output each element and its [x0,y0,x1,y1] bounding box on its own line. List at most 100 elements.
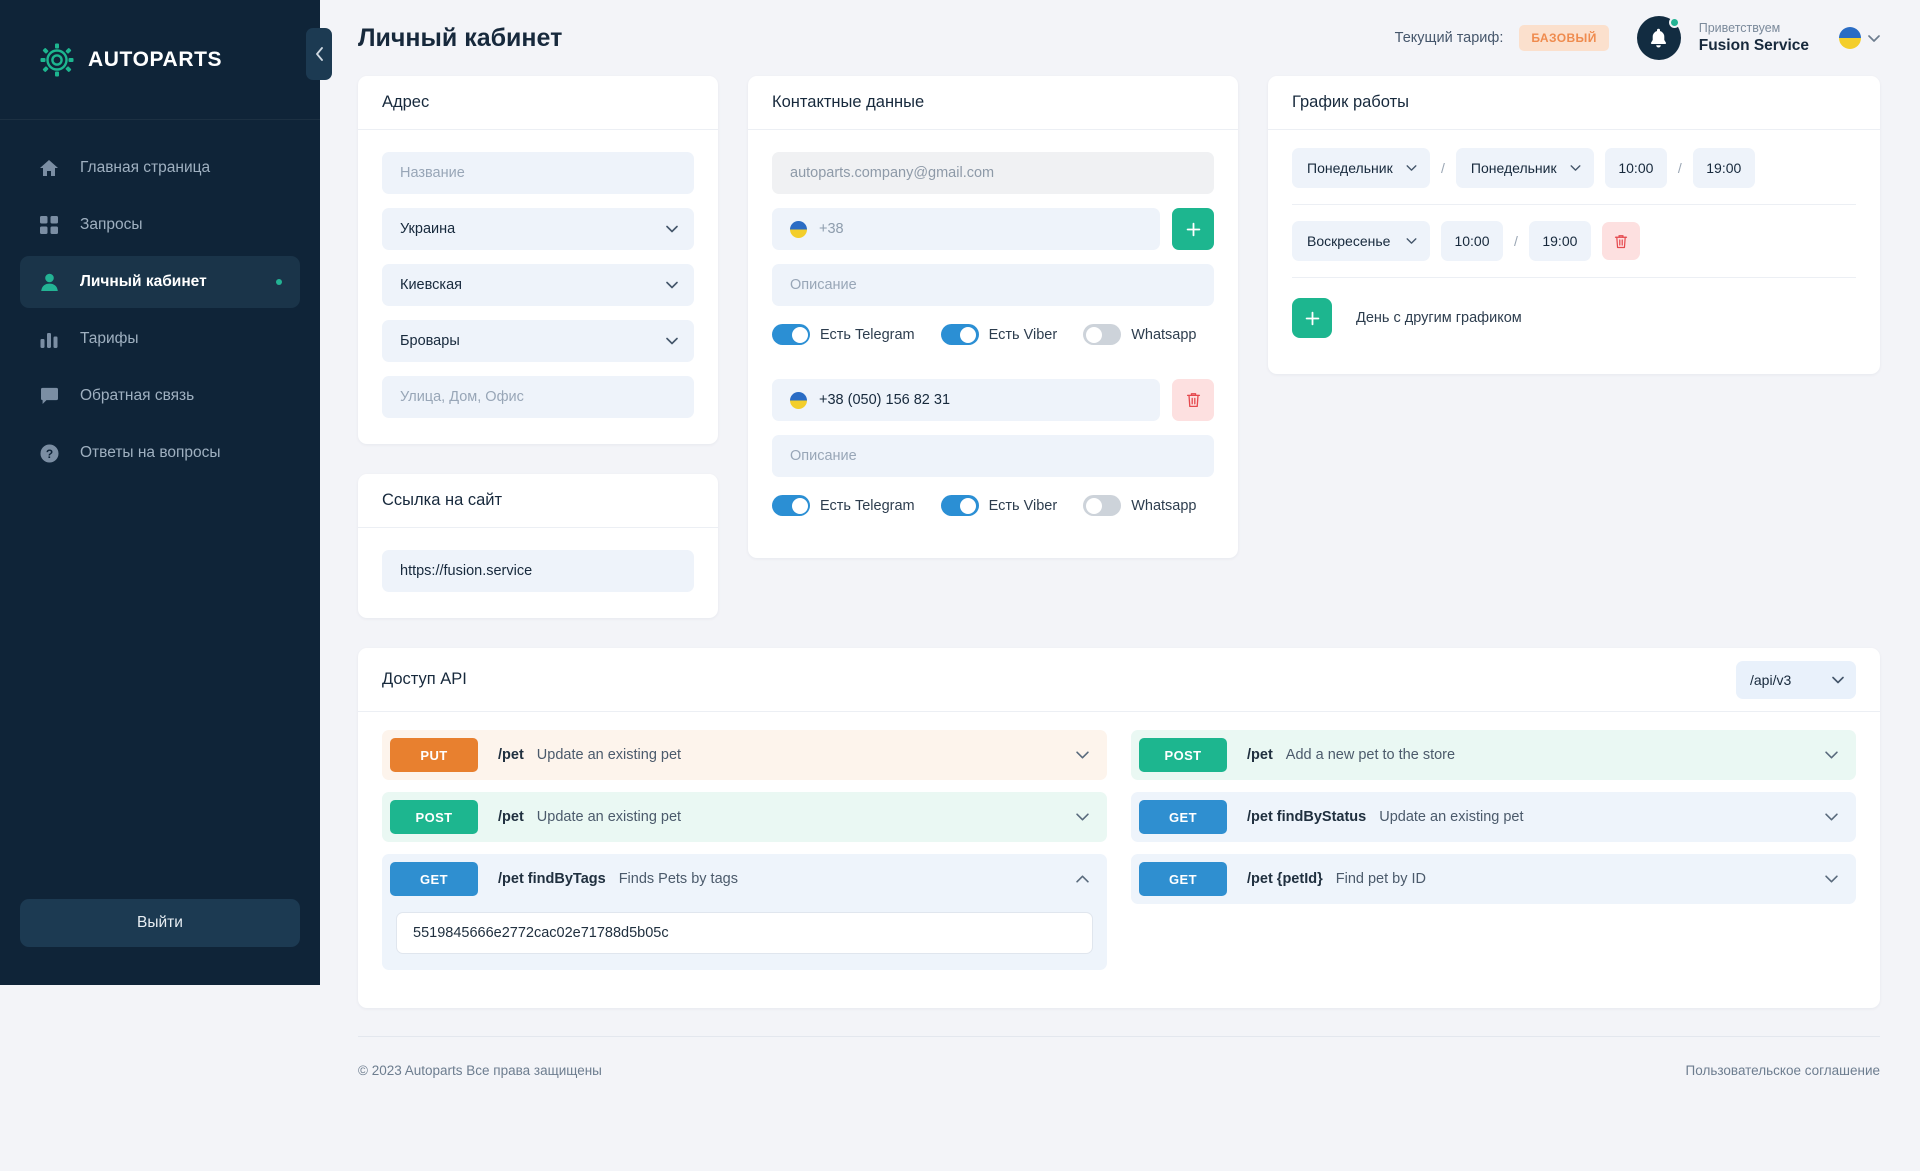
api-card-head: Доступ API /api/v3 [358,648,1880,712]
sidebar-collapse-button[interactable] [306,28,332,80]
api-endpoint-row[interactable]: GET /pet {petId} Find pet by ID [1131,854,1856,904]
toggle-telegram[interactable]: Есть Telegram [772,495,915,516]
phone-input[interactable]: +38 [772,208,1160,250]
api-method-badge: POST [390,800,478,834]
api-path: /pet findByStatus [1247,809,1367,825]
home-icon [38,157,60,179]
schedule-day-from-select[interactable]: Воскресенье [1292,221,1430,261]
city-select[interactable]: Бровары [382,320,694,362]
schedule-time-to[interactable]: 19:00 [1692,148,1755,188]
country-select[interactable]: Украина [382,208,694,250]
api-method-badge: GET [1139,800,1227,834]
api-path: /pet [498,747,524,763]
schedule-day-to-select[interactable]: Понедельник [1455,148,1594,188]
notification-dot [1668,17,1680,28]
chevron-down-icon[interactable] [1076,751,1089,759]
contact-block: +38 (050) 156 82 31 Описание Есть Telegr… [772,379,1214,516]
api-endpoint-row[interactable]: GET /pet findByStatus Update an existing… [1131,792,1856,842]
phone-row: +38 [772,208,1214,250]
notifications[interactable] [1636,16,1681,60]
middle-column: Контактные данные autoparts.company@gmai… [748,76,1238,558]
toggle-switch[interactable] [1083,495,1122,516]
delete-schedule-row-button[interactable] [1601,222,1640,260]
day-value: Воскресенье [1307,233,1391,249]
card-title: График работы [1292,93,1409,111]
sidebar-item-home[interactable]: Главная страница [20,142,300,194]
status-badge: БАЗОВЫЙ [1519,25,1609,51]
delete-phone-button[interactable] [1172,379,1214,421]
chevron-down-icon[interactable] [1825,751,1838,759]
api-version-select[interactable]: /api/v3 [1736,660,1856,699]
api-endpoint-row[interactable]: POST /pet Update an existing pet [382,792,1107,842]
toggle-viber[interactable]: Есть Viber [940,495,1058,516]
sidebar-item-label: Личный кабинет [80,273,207,290]
separator: / [1441,160,1445,176]
chevron-down-icon[interactable] [1825,813,1838,821]
sidebar-item-faq[interactable]: ? Ответы на вопросы [20,427,300,479]
toggle-label: Есть Viber [988,497,1058,514]
main-area: Личный кабинет Текущий тариф: БАЗОВЫЙ Пр… [320,0,1920,1171]
svg-text:?: ? [45,446,52,460]
separator: / [1514,233,1518,249]
user-greeting: Приветствуем Fusion Service [1699,20,1809,57]
phone-row: +38 (050) 156 82 31 [772,379,1214,421]
chevron-down-icon[interactable] [1076,813,1089,821]
email-field[interactable]: autoparts.company@gmail.com [772,152,1214,194]
schedule-time-to[interactable]: 19:00 [1528,221,1591,261]
toggle-telegram[interactable]: Есть Telegram [772,324,915,345]
sidebar-item-label: Ответы на вопросы [80,444,221,461]
toggle-switch[interactable] [940,324,979,345]
toggle-viber[interactable]: Есть Viber [940,324,1057,345]
region-select[interactable]: Киевская [382,264,694,306]
topbar: Личный кабинет Текущий тариф: БАЗОВЫЙ Пр… [320,0,1920,76]
phone-description-input[interactable]: Описание [772,435,1214,477]
api-description: Update an existing pet [536,747,682,763]
api-key-input[interactable]: 5519845666e2772cac02e71788d5b05c [396,912,1093,954]
sidebar-item-tariffs[interactable]: Тарифы [20,313,300,365]
api-path: /pet findByTags [498,871,606,887]
topbar-right: Текущий тариф: БАЗОВЫЙ Приветствуем Fusi… [1395,16,1880,60]
api-endpoint-row[interactable]: GET /pet findByTags Finds Pets by tags [382,854,1107,904]
api-version-value: /api/v3 [1750,671,1792,688]
api-endpoint-row[interactable]: POST /pet Add a new pet to the store [1131,730,1856,780]
logout-button[interactable]: Выйти [20,899,300,947]
ukraine-flag-icon [790,391,807,409]
logout-wrapper: Выйти [0,899,320,985]
api-endpoint-group: GET /pet {petId} Find pet by ID [1131,854,1856,904]
toggle-switch[interactable] [940,495,979,516]
toggle-switch[interactable] [772,324,810,345]
chevron-down-icon [1570,165,1581,171]
chevron-down-icon[interactable] [1825,875,1838,883]
add-phone-button[interactable] [1172,208,1214,250]
api-method-badge: POST [1139,738,1227,772]
toggle-switch[interactable] [1083,324,1122,345]
api-endpoint-row[interactable]: PUT /pet Update an existing pet [382,730,1107,780]
toggle-label: Есть Telegram [820,497,915,514]
chat-icon [38,385,60,407]
toggle-whatsapp[interactable]: Whatsapp [1083,324,1197,345]
sidebar-item-requests[interactable]: Запросы [20,199,300,251]
api-path: /pet [1247,747,1273,763]
schedule-card: График работы Понедельник / Понедельник … [1268,76,1880,374]
phone-input[interactable]: +38 (050) 156 82 31 [772,379,1160,421]
schedule-day-from-select[interactable]: Понедельник [1292,148,1430,188]
api-card: Доступ API /api/v3 PUT /pet Update an ex… [358,648,1880,1008]
sidebar-nav: Главная страница Запросы Личный кабинет [0,142,320,899]
sidebar-item-label: Обратная связь [80,387,195,404]
chevron-up-icon[interactable] [1076,875,1089,883]
address-name-input[interactable]: Название [382,152,694,194]
phone-description-input[interactable]: Описание [772,264,1214,306]
add-schedule-day-button[interactable] [1292,298,1332,338]
language-switcher[interactable] [1839,27,1880,49]
user-agreement-link[interactable]: Пользовательское соглашение [1686,1063,1880,1078]
toggle-whatsapp[interactable]: Whatsapp [1083,495,1197,516]
chevron-down-icon [666,281,678,289]
sidebar-item-feedback[interactable]: Обратная связь [20,370,300,422]
website-url-input[interactable]: https://fusion.service [382,550,694,592]
toggle-switch[interactable] [772,495,810,516]
sidebar-item-account[interactable]: Личный кабинет [20,256,300,308]
schedule-time-from[interactable]: 10:00 [1604,148,1667,188]
schedule-time-from[interactable]: 10:00 [1441,221,1503,261]
contact-block: +38 Описание Есть Telegram Есть Viber Wh… [772,208,1214,345]
street-input[interactable]: Улица, Дом, Офис [382,376,694,418]
